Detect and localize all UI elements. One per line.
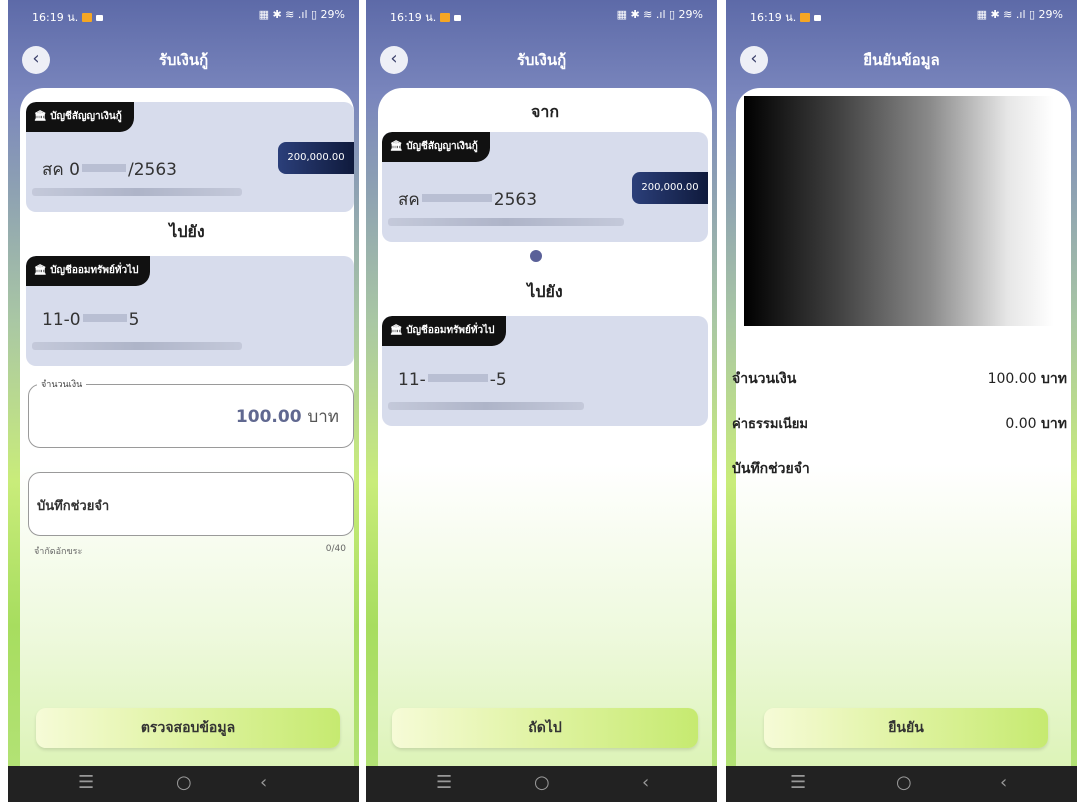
app-header: ‹ รับเงินกู้ [8,34,359,84]
to-heading: ไปยัง [169,222,205,241]
home-button[interactable]: ○ [176,772,192,793]
from-account-card: 🏛 บัญชีสัญญาเงินกู้ สค 2563 200,000.00 [382,132,708,242]
status-time: 16:19 น. [32,8,104,26]
to-heading: ไปยัง [527,282,563,301]
memo-label: บันทึกช่วยจำ [732,461,810,477]
page-title: ยืนยันข้อมูล [863,51,940,69]
confirm-button[interactable]: ยืนยัน [764,708,1048,748]
account-type-tag: 🏛 บัญชีสัญญาเงินกู้ [26,102,134,132]
system-back-button[interactable]: ‹ [642,772,649,793]
status-time: 16:19 น. [390,8,462,26]
bank-icon: 🏛 [34,265,47,276]
home-button[interactable]: ○ [534,772,550,793]
balance-badge: 200,000.00 [278,142,354,174]
screen-confirm: 16:19 น. ▦ ✱ ≋ .ıl ▯ 29% ‹ ยืนยันข้อมูล … [726,0,1077,802]
status-icons: ▦ ✱ ≋ .ıl ▯ 29% [616,8,703,21]
from-heading: จาก [530,102,560,121]
system-back-button[interactable]: ‹ [260,772,267,793]
home-button[interactable]: ○ [896,772,912,793]
bank-icon: 🏛 [390,141,403,152]
amount-field[interactable]: จำนวนเงิน 100.00 บาท [28,377,354,448]
status-bar: 16:19 น. ▦ ✱ ≋ .ıl ▯ 29% [726,0,1077,30]
amount-value: 100.00 บาท [235,407,339,427]
account-number: สค 2563 [398,190,538,210]
content-sheet: จาก 🏛 บัญชีสัญญาเงินกู้ สค 2563 200,000.0… [378,88,712,772]
system-nav-bar: ☰ ○ ‹ [366,766,717,802]
separator-dot [530,250,542,262]
account-type-tag: 🏛 บัญชีสัญญาเงินกู้ [382,132,490,162]
recent-apps-button[interactable]: ☰ [78,772,94,793]
to-account-card[interactable]: 🏛 บัญชีออมทรัพย์ทั่วไป 11-0 5 [26,256,354,366]
fee-value: 0.00 บาท [1005,416,1067,432]
account-number: สค 0/2563 [42,160,177,180]
status-bar: 16:19 น. ▦ ✱ ≋ .ıl ▯ 29% [366,0,717,30]
status-icons: ▦ ✱ ≋ .ıl ▯ 29% [258,8,345,21]
amount-legend: จำนวนเงิน [37,377,87,391]
account-type-tag: 🏛 บัญชีออมทรัพย์ทั่วไป [26,256,151,286]
account-type-tag: 🏛 บัญชีออมทรัพย์ทั่วไป [382,316,507,346]
account-name-redacted [388,402,584,410]
amount-value: 100.00 บาท [987,371,1067,387]
status-bar: 16:19 น. ▦ ✱ ≋ .ıl ▯ 29% [8,0,359,30]
screen-receive-loan-form: 16:19 น. ▦ ✱ ≋ .ıl ▯ 29% ‹ รับเงินกู้ 🏛 … [8,0,359,802]
memo-placeholder: บันทึกช่วยจำ [37,499,110,514]
memo-field[interactable]: บันทึกช่วยจำ [28,472,354,536]
system-nav-bar: ☰ ○ ‹ [726,766,1077,802]
page-title: รับเงินกู้ [516,51,567,69]
content-sheet: 🏛 บัญชีสัญญาเงินกู้ สค 0/2563 200,000.00… [20,88,354,772]
from-account-card[interactable]: 🏛 บัญชีสัญญาเงินกู้ สค 0/2563 200,000.00 [26,102,354,212]
balance-badge: 200,000.00 [632,172,708,204]
app-header: ‹ รับเงินกู้ [366,34,717,84]
status-time: 16:19 น. [750,8,822,26]
char-limit-label: จำกัดอักขระ [34,547,83,557]
content-sheet: จำนวนเงิน 100.00 บาท ค่าธรรมเนียม 0.00 บ… [732,88,1071,772]
account-name-redacted [32,188,242,196]
redacted-image [744,96,1054,326]
review-button[interactable]: ตรวจสอบข้อมูล [36,708,340,748]
to-account-card: 🏛 บัญชีออมทรัพย์ทั่วไป 11- -5 [382,316,708,426]
bank-icon: 🏛 [34,111,47,122]
system-nav-bar: ☰ ○ ‹ [8,766,359,802]
next-button[interactable]: ถัดไป [392,708,698,748]
status-icons: ▦ ✱ ≋ .ıl ▯ 29% [976,8,1063,21]
account-number: 11-0 5 [42,310,140,330]
system-back-button[interactable]: ‹ [1000,772,1007,793]
recent-apps-button[interactable]: ☰ [436,772,452,793]
char-limit-count: 0/40 [325,544,346,554]
account-number: 11- -5 [398,370,507,390]
page-title: รับเงินกู้ [158,51,209,69]
recent-apps-button[interactable]: ☰ [790,772,806,793]
account-name-redacted [388,218,624,226]
fee-label: ค่าธรรมเนียม [732,417,808,432]
app-header: ‹ ยืนยันข้อมูล [726,34,1077,84]
account-name-redacted [32,342,242,350]
amount-label: จำนวนเงิน [732,371,797,387]
screen-receive-loan-summary: 16:19 น. ▦ ✱ ≋ .ıl ▯ 29% ‹ รับเงินกู้ จา… [366,0,717,802]
bank-icon: 🏛 [390,325,403,336]
